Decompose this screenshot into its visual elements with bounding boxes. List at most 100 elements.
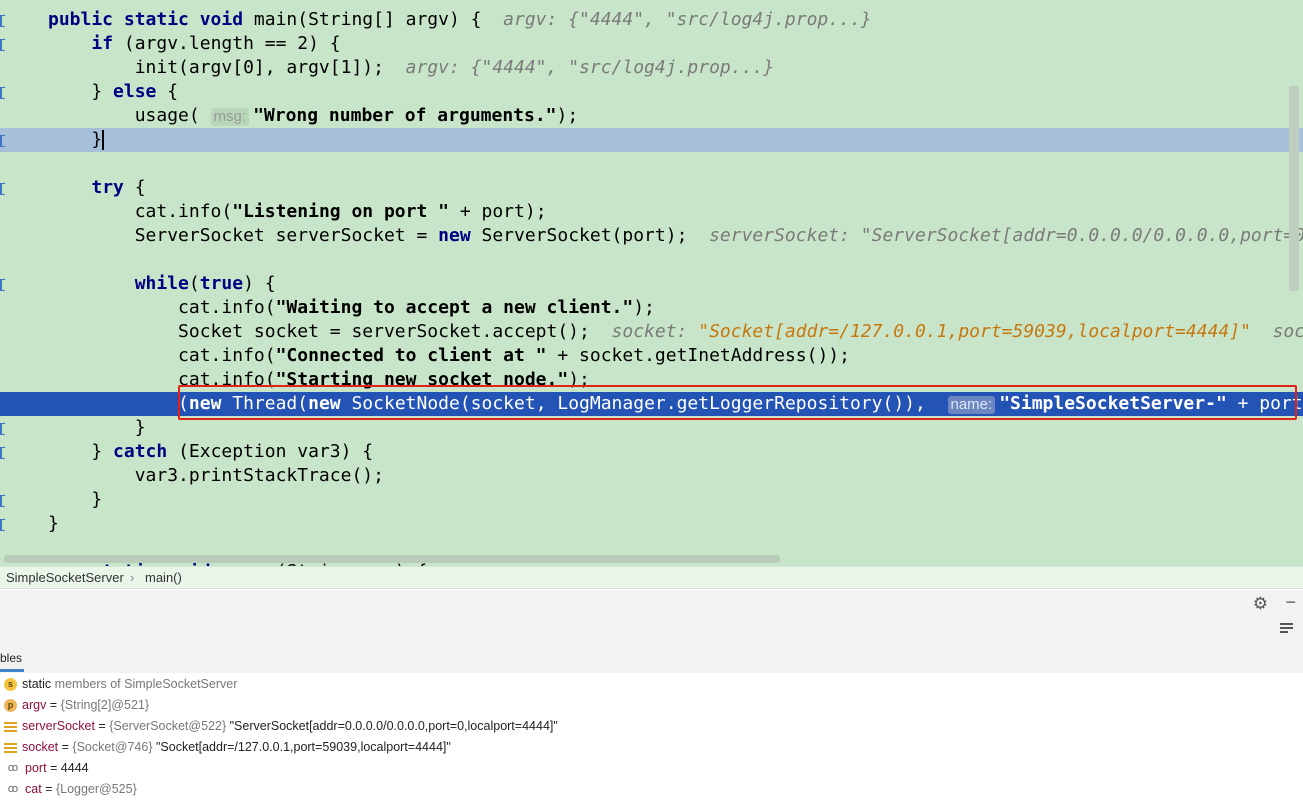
code-line[interactable]: cat.info("Waiting to accept a new client… [0,296,1303,320]
variables-tab-bar: bles [0,645,1303,674]
code-text: init(argv[0], argv[1]); [134,57,406,78]
inline-value-hint: serverSocket: "ServerSocket[addr=0.0.0.0… [709,225,1303,246]
code-keyword: true [199,273,244,294]
code-text: ServerSocket serverSocket = [134,225,439,246]
static-icon: s [4,678,17,692]
fold-marker-icon[interactable] [0,519,5,531]
code-text: + socket.getInetAddress()); [546,345,850,366]
variable-equals: = [46,698,61,712]
variable-value: "Socket[addr=/127.0.0.1,port=59039,local… [152,740,451,754]
code-line-content: } [48,488,102,512]
variable-description: members of SimpleSocketServer [51,677,238,691]
code-line[interactable] [0,152,1303,176]
code-line[interactable]: cat.info("Connected to client at " + soc… [0,344,1303,368]
code-line[interactable]: usage( msg: "Wrong number of arguments.")… [0,104,1303,128]
code-keyword: catch [113,441,179,462]
tab-variables[interactable]: bles [0,651,25,672]
fold-marker-icon[interactable] [0,135,5,147]
layout-settings-icon[interactable] [1280,623,1293,635]
variable-name: argv [22,698,47,712]
code-line[interactable] [0,248,1303,272]
code-line[interactable]: try { [0,176,1303,200]
code-line-content: } [48,512,59,536]
variable-name: serverSocket [22,719,95,733]
fold-marker-icon[interactable] [0,87,5,99]
code-keyword: while [134,273,189,294]
code-text: var3.printStackTrace(); [134,465,384,486]
vertical-scrollbar[interactable] [1289,86,1299,291]
breadcrumb-method[interactable]: main() [145,567,182,589]
code-line[interactable]: ServerSocket serverSocket = new ServerSo… [0,224,1303,248]
fold-marker-icon[interactable] [0,279,5,291]
variable-name: cat [25,782,42,796]
code-line-content: while(true) { [48,272,276,296]
code-line-content: if (argv.length == 2) { [48,32,340,56]
variable-equals: = [41,782,56,796]
variable-equals: = [46,761,61,775]
code-line[interactable]: public static void main(String[] argv) {… [0,8,1303,32]
variable-row[interactable]: oo cat = {Logger@525} [4,779,137,800]
code-line[interactable]: init(argv[0], argv[1]); argv: {"4444", "… [0,56,1303,80]
variable-row[interactable]: socket = {Socket@746} "Socket[addr=/127.… [4,737,451,758]
code-line[interactable]: cat.info("Listening on port " + port); [0,200,1303,224]
code-line[interactable]: } catch (Exception var3) { [0,440,1303,464]
breadcrumb: SimpleSocketServer › main() [0,566,1303,589]
code-string: "Connected to client at " [275,345,547,366]
fold-marker-icon[interactable] [0,495,5,507]
fold-marker-icon[interactable] [0,15,5,27]
horizontal-scrollbar[interactable] [4,555,780,563]
minimize-icon[interactable]: − [1285,592,1296,613]
fold-marker-icon[interactable] [0,447,5,459]
code-line[interactable]: } else { [0,80,1303,104]
variable-row[interactable]: p argv = {String[2]@521} [4,695,149,716]
code-line[interactable]: while(true) { [0,272,1303,296]
code-line[interactable]: if (argv.length == 2) { [0,32,1303,56]
code-line-content: ServerSocket serverSocket = new ServerSo… [48,224,1303,248]
fold-marker-icon[interactable] [0,183,5,195]
code-line[interactable]: } [0,512,1303,536]
code-text: } [91,81,114,102]
fold-marker-icon[interactable] [0,423,5,435]
code-line[interactable]: var3.printStackTrace(); [0,464,1303,488]
variable-row[interactable]: oo port = 4444 [4,758,89,779]
code-text: } [91,441,114,462]
field-icon [4,741,17,754]
variable-equals: = [94,719,110,733]
code-line-content: init(argv[0], argv[1]); argv: {"4444", "… [48,56,774,80]
code-line[interactable]: } [0,488,1303,512]
inline-value-hint: argv: {"4444", "src/log4j.prop...} [503,9,872,30]
fold-marker-icon[interactable] [0,39,5,51]
breadcrumb-class[interactable]: SimpleSocketServer [6,567,124,589]
code-text: cat.info( [134,201,233,222]
variable-row[interactable]: serverSocket = {ServerSocket@522} "Serve… [4,716,558,737]
variable-value: "ServerSocket[addr=0.0.0.0/0.0.0.0,port=… [226,719,558,733]
code-line-content: Socket socket = serverSocket.accept(); s… [48,320,1303,344]
code-text: ); [556,105,579,126]
variable-row[interactable]: s static members of SimpleSocketServer [4,674,237,695]
parameter-hint: msg: [210,108,250,126]
text-caret [102,130,105,150]
code-text: { [134,177,146,198]
debug-toolbar [0,618,1303,646]
variable-type: {ServerSocket@522} [109,719,227,733]
code-line[interactable]: Socket socket = serverSocket.accept(); s… [0,320,1303,344]
code-line[interactable]: } [0,128,1303,152]
debug-panel-header: ⚙ − [0,590,1303,619]
gear-icon[interactable]: ⚙ [1253,594,1268,614]
code-line-content: usage( msg: "Wrong number of arguments.")… [48,104,578,128]
variable-name: port [25,761,47,775]
code-editor[interactable]: public static void main(String[] argv) {… [0,0,1303,566]
watch-icon: oo [7,762,18,775]
variable-name: static [22,677,52,691]
code-text: (Exception var3) { [178,441,374,462]
code-text: } [91,129,103,150]
